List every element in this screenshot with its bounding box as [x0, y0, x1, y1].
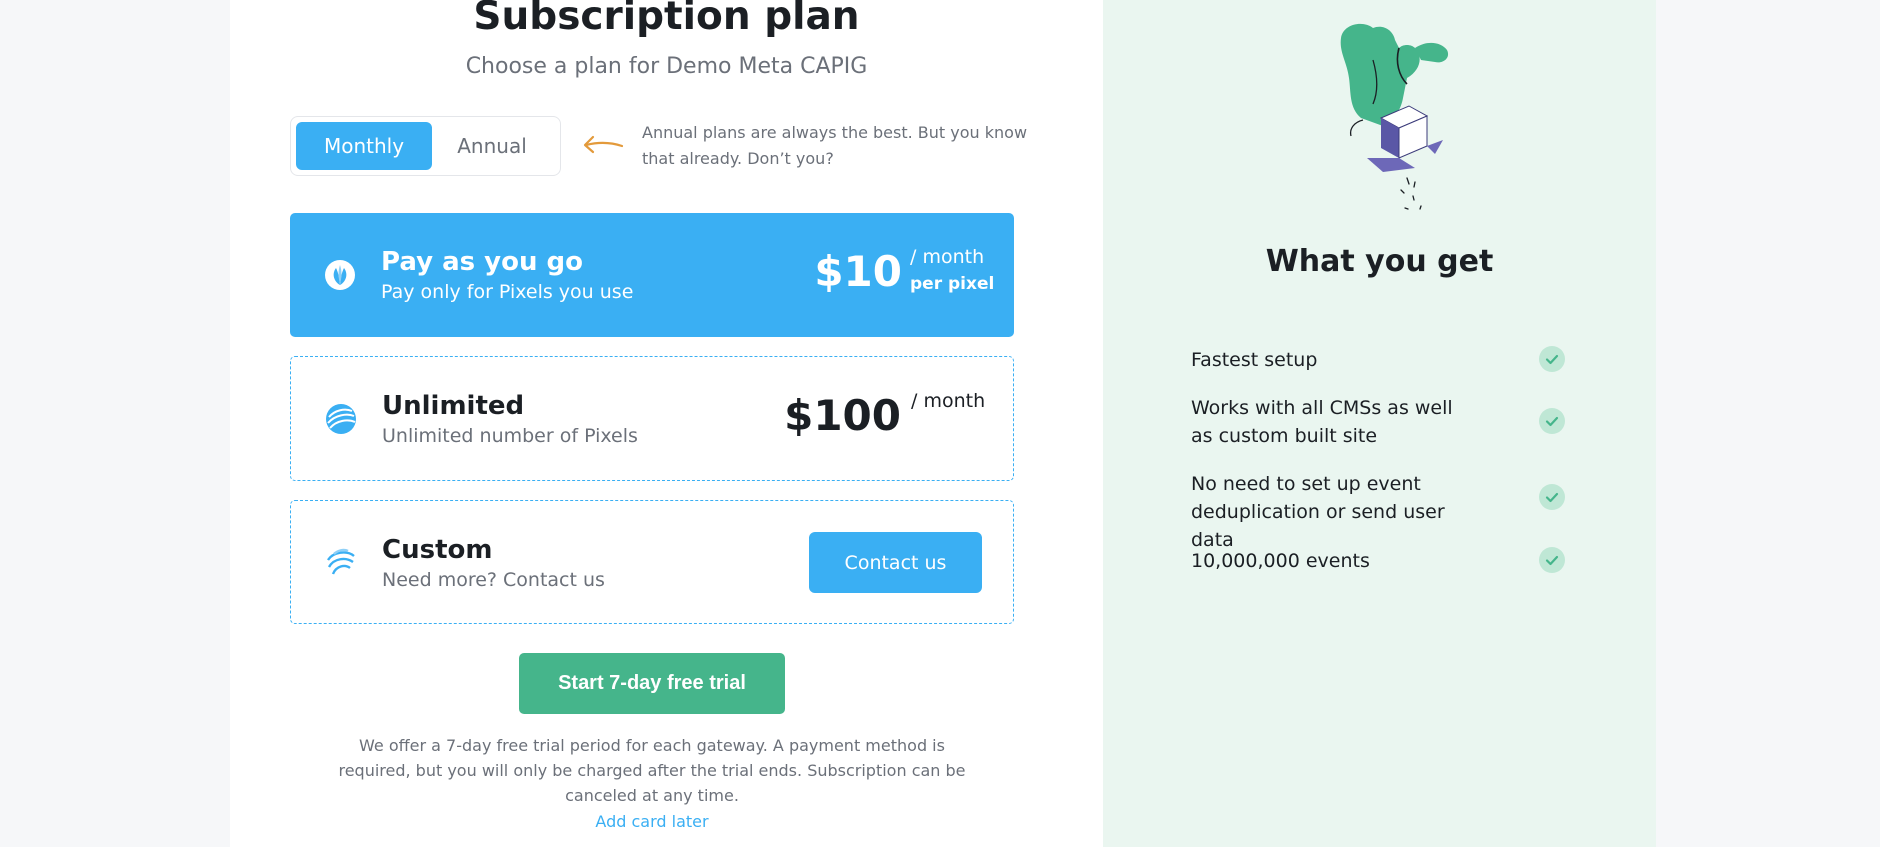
waves-icon [326, 548, 355, 575]
benefits-title: What you get [1265, 244, 1494, 279]
page-subtitle: Choose a plan for Demo Meta CAPIG [465, 54, 868, 79]
plan-price-unit: / month [910, 246, 985, 268]
plan-price: $100 [784, 391, 901, 440]
plan-price-sub-unit: per pixel [910, 274, 995, 294]
plan-card-pay-as-you-go[interactable]: Pay as you go Pay only for Pixels you us… [290, 213, 1014, 337]
contact-us-button[interactable]: Contact us [809, 532, 982, 593]
hand-with-box-illustration [1340, 23, 1449, 210]
plan-description: Need more? Contact us [382, 569, 605, 591]
billing-period-toggle: Monthly Annual [290, 116, 561, 176]
plan-name: Custom [382, 535, 493, 565]
plan-description: Pay only for Pixels you use [381, 281, 634, 303]
globe-icon [326, 403, 356, 434]
annual-plan-hint: Annual plans are always the best. But yo… [642, 123, 1028, 168]
benefit-item: Fastest setup [1191, 349, 1318, 371]
plan-description: Unlimited number of Pixels [382, 425, 638, 447]
check-circle-icon [1539, 408, 1565, 434]
plan-card-custom[interactable]: Custom Need more? Contact us Contact us [290, 500, 1014, 624]
benefit-item: No need to set up event deduplication or… [1191, 473, 1445, 551]
start-trial-button[interactable]: Start 7-day free trial [519, 653, 785, 714]
plan-price: $10 [814, 247, 902, 296]
benefit-item: Works with all CMSs as well as custom bu… [1191, 397, 1453, 447]
arrow-left-icon [583, 135, 624, 154]
annual-toggle-button[interactable]: Annual [424, 122, 560, 170]
plan-selection-panel: Subscription plan Choose a plan for Demo… [230, 0, 1103, 847]
plan-card-unlimited[interactable]: Unlimited Unlimited number of Pixels $10… [290, 356, 1014, 481]
plan-name: Pay as you go [381, 247, 584, 277]
monthly-toggle-button[interactable]: Monthly [296, 122, 432, 170]
benefits-panel: What you get Fastest setup Works with al… [1103, 0, 1656, 847]
page-title: Subscription plan [473, 0, 860, 39]
check-circle-icon [1539, 484, 1565, 510]
plan-name: Unlimited [382, 391, 525, 421]
plan-price-unit: / month [911, 390, 986, 412]
leaf-icon [325, 260, 355, 290]
check-circle-icon [1539, 547, 1565, 573]
benefit-item: 10,000,000 events [1191, 550, 1370, 572]
add-card-later-link[interactable]: Add card later [230, 812, 1074, 831]
check-circle-icon [1539, 346, 1565, 372]
trial-note: We offer a 7-day free trial period for e… [338, 736, 966, 805]
